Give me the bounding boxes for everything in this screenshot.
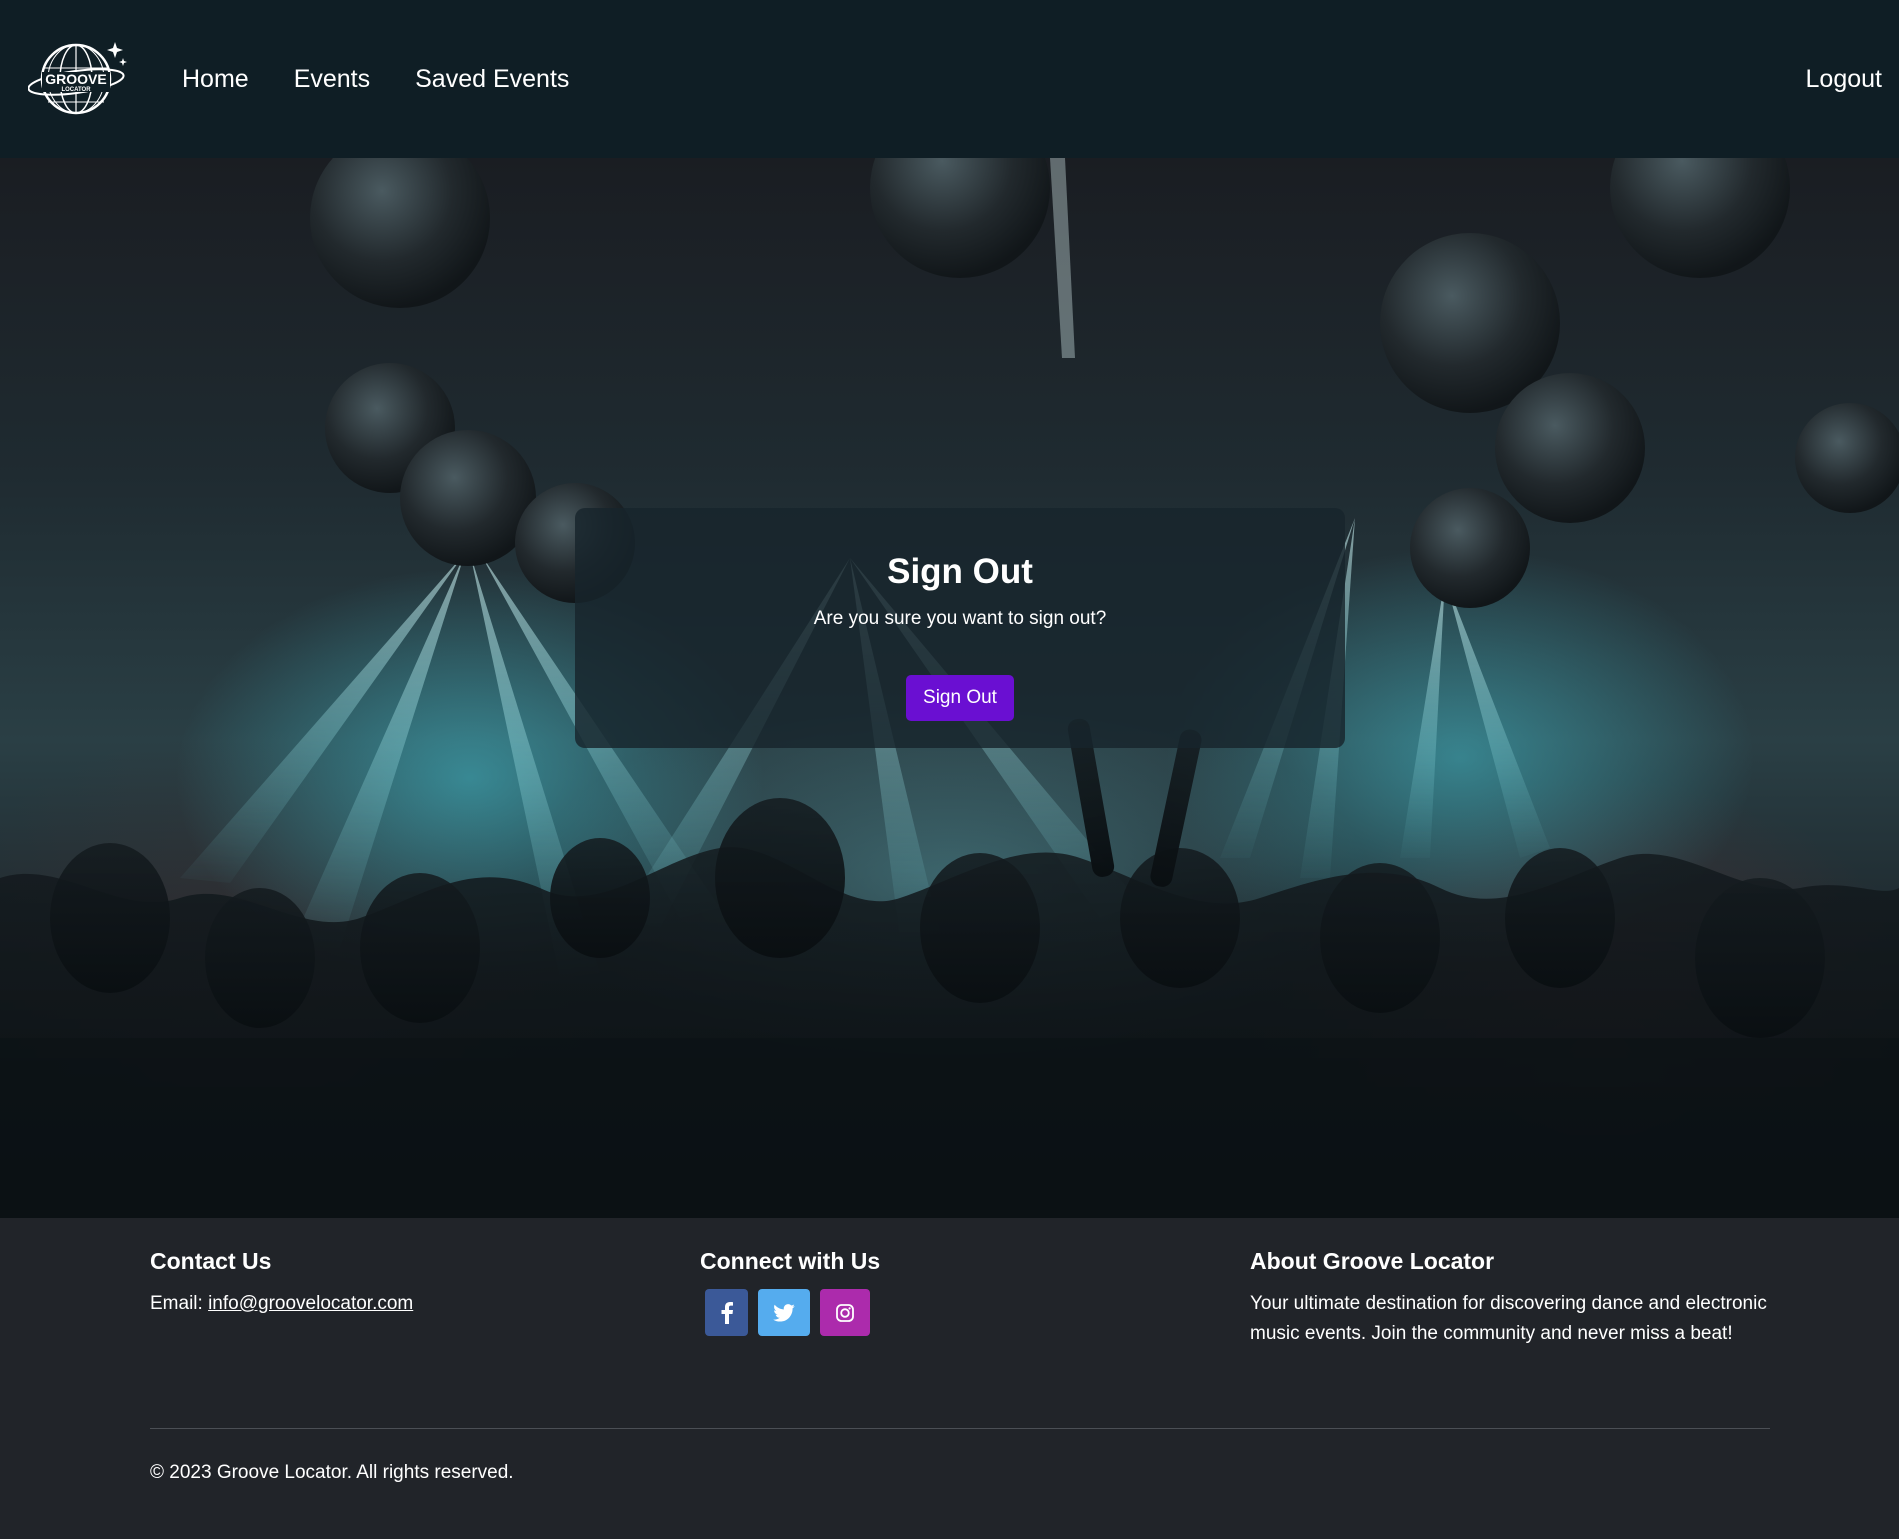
page-footer: Contact Us Email: info@groovelocator.com… [0, 1218, 1899, 1539]
footer-about: About Groove Locator Your ultimate desti… [1250, 1248, 1770, 1349]
hero-background: Sign Out Are you sure you want to sign o… [0, 158, 1899, 1218]
groove-locator-logo[interactable]: GROOVE LOCATOR [27, 38, 128, 120]
svg-text:GROOVE: GROOVE [45, 71, 106, 87]
contact-email-line: Email: info@groovelocator.com [150, 1289, 630, 1319]
facebook-icon [721, 1301, 733, 1324]
nav-link-saved-events[interactable]: Saved Events [415, 65, 569, 94]
top-navbar: GROOVE LOCATOR Home Events Saved Events … [0, 0, 1899, 158]
twitter-button[interactable] [758, 1289, 810, 1336]
email-link[interactable]: info@groovelocator.com [208, 1293, 413, 1314]
logout-link[interactable]: Logout [1806, 0, 1882, 158]
signout-card: Sign Out Are you sure you want to sign o… [575, 508, 1345, 748]
footer-divider [150, 1428, 1770, 1429]
signout-title: Sign Out [887, 552, 1033, 591]
nav-links: Home Events Saved Events [182, 0, 569, 158]
instagram-button[interactable] [820, 1289, 870, 1336]
about-heading: About Groove Locator [1250, 1248, 1495, 1274]
nav-link-events[interactable]: Events [294, 65, 370, 94]
signout-button[interactable]: Sign Out [906, 675, 1014, 721]
social-links [705, 1289, 1180, 1336]
nav-link-home[interactable]: Home [182, 65, 249, 94]
footer-contact: Contact Us Email: info@groovelocator.com [150, 1248, 630, 1319]
copyright-text: © 2023 Groove Locator. All rights reserv… [150, 1462, 514, 1483]
footer-connect: Connect with Us [700, 1248, 1180, 1336]
signout-message: Are you sure you want to sign out? [813, 608, 1107, 629]
facebook-button[interactable] [705, 1289, 748, 1336]
twitter-icon [773, 1303, 795, 1322]
about-text: Your ultimate destination for discoverin… [1250, 1293, 1767, 1344]
svg-text:LOCATOR: LOCATOR [61, 87, 91, 93]
contact-heading: Contact Us [150, 1248, 272, 1274]
email-label: Email: [150, 1293, 209, 1314]
globe-logo-icon: GROOVE LOCATOR [27, 42, 127, 115]
connect-heading: Connect with Us [700, 1248, 881, 1274]
instagram-icon [836, 1303, 854, 1322]
